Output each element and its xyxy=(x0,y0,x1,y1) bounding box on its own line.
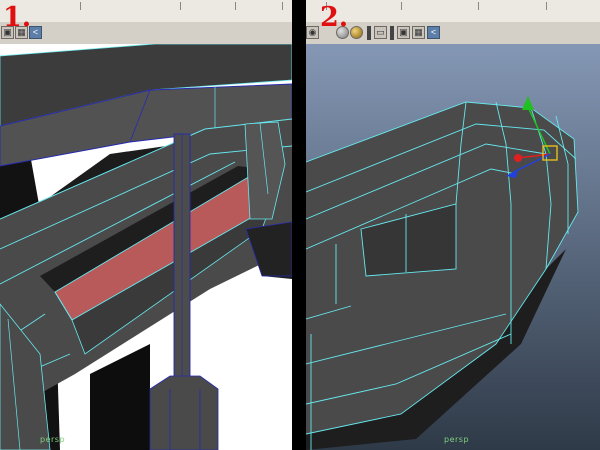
panel-menu-bar xyxy=(0,0,292,23)
viewport-panel-1: ▣ ▦ < 1. persp xyxy=(0,0,292,450)
mesh-render-1 xyxy=(0,44,292,450)
camera-icon[interactable]: ◉ xyxy=(306,26,319,39)
panel-menu-bar xyxy=(306,0,600,23)
cube-icon[interactable]: ▣ xyxy=(397,26,410,39)
grid-icon[interactable]: ▦ xyxy=(412,26,425,39)
sphere-textured-icon[interactable] xyxy=(350,26,363,39)
resolution-gate-icon[interactable]: ▭ xyxy=(374,26,387,39)
panel-toolbar: ▣ ▦ < xyxy=(0,22,292,45)
panel-divider xyxy=(292,0,306,450)
panel-toolbar: ◉ ▭ ▣ ▦ < xyxy=(306,22,600,45)
viewport-panel-2: ◉ ▭ ▣ ▦ < 2. persp xyxy=(306,0,600,450)
camera-label-1: persp xyxy=(40,435,66,444)
step-label-1: 1. xyxy=(3,2,32,33)
camera-label-2: persp xyxy=(444,435,470,444)
share-icon[interactable]: < xyxy=(427,26,440,39)
perspective-viewport-2[interactable] xyxy=(306,44,600,450)
light-2-icon[interactable] xyxy=(390,26,394,40)
perspective-viewport-1[interactable] xyxy=(0,44,292,450)
light-icon[interactable] xyxy=(367,26,371,40)
mesh-render-2 xyxy=(306,44,600,450)
step-label-2: 2. xyxy=(320,2,349,33)
